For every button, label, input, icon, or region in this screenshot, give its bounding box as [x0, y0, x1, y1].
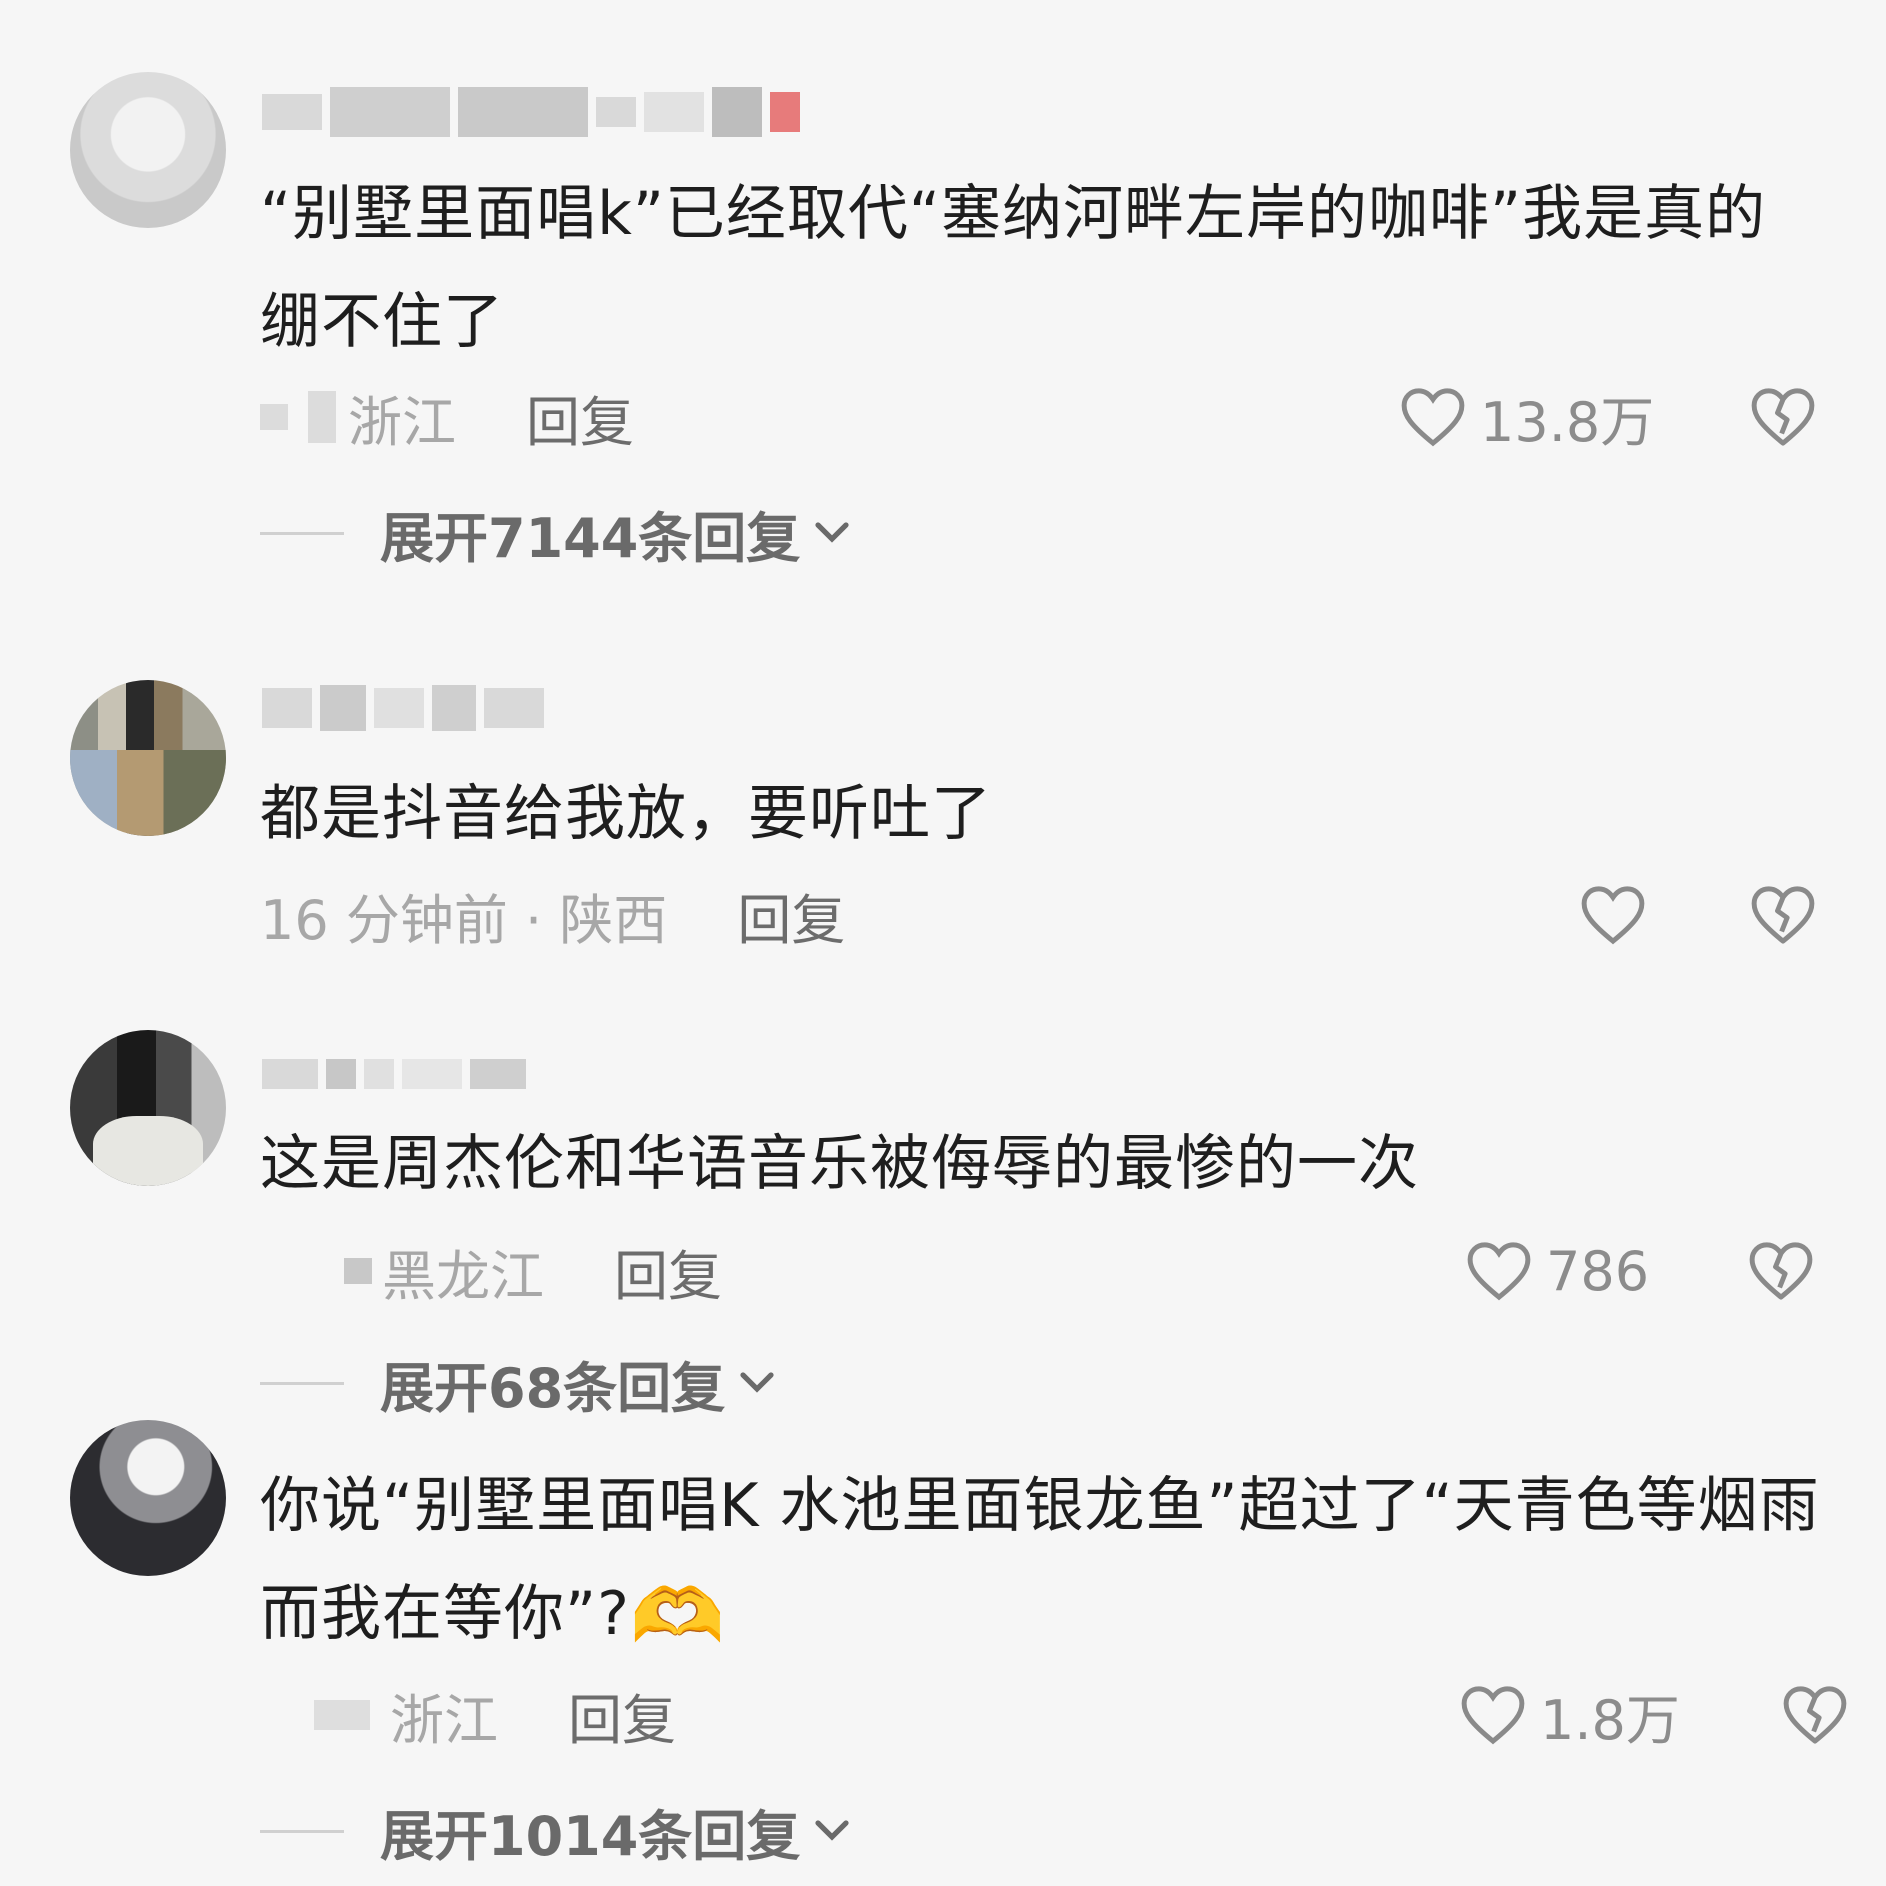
reply-button[interactable]: 回复	[614, 1232, 722, 1311]
expand-label: 展开68条回复	[380, 1356, 726, 1420]
location-text: 浙江	[348, 390, 456, 454]
broken-heart-icon[interactable]	[1748, 1238, 1814, 1304]
divider-line	[260, 1829, 344, 1833]
avatar[interactable]	[70, 72, 226, 228]
divider-line	[260, 531, 344, 535]
expand-label: 展开1014条回复	[380, 1804, 801, 1868]
comment-meta: 16 分钟前 · 陕西 回复	[260, 880, 845, 952]
chevron-down-icon	[815, 522, 849, 543]
broken-heart-icon[interactable]	[1750, 882, 1816, 948]
comment-meta: 浙江 回复	[260, 1680, 676, 1752]
chevron-down-icon	[740, 1372, 774, 1393]
avatar[interactable]	[70, 680, 226, 836]
avatar[interactable]	[70, 1420, 226, 1576]
divider-line	[260, 1381, 344, 1385]
comment-meta: 浙江 回复	[260, 382, 634, 454]
heart-outline-icon	[1581, 886, 1645, 945]
timestamp-location: 16 分钟前 · 陕西	[260, 888, 668, 952]
heart-outline-icon	[1461, 1686, 1525, 1745]
chevron-down-icon	[815, 1820, 849, 1841]
comment-text: 都是抖音给我放，要听吐了	[260, 779, 992, 849]
broken-heart-icon[interactable]	[1782, 1682, 1848, 1748]
comment-text: 这是周杰伦和华语音乐被侮辱的最惨的一次	[260, 1129, 1419, 1199]
like-count: 786	[1546, 1239, 1650, 1303]
expand-label: 展开7144条回复	[380, 506, 801, 570]
comment-text: “别墅里面唱k”已经取代“塞纳河畔左岸的咖啡”我是真的绷不住了	[260, 179, 1767, 357]
like-button[interactable]: 1.8万	[1460, 1680, 1680, 1752]
like-count: 1.8万	[1540, 1688, 1680, 1752]
expand-replies[interactable]: 展开68条回复	[260, 1348, 777, 1420]
reply-button[interactable]: 回复	[737, 876, 845, 955]
heart-outline-icon	[1467, 1242, 1531, 1301]
broken-heart-icon[interactable]	[1750, 384, 1816, 450]
like-button[interactable]	[1580, 880, 1660, 950]
location-text: 浙江	[390, 1688, 498, 1752]
expand-replies[interactable]: 展开7144条回复	[260, 498, 852, 570]
comment-text-body: 你说“别墅里面唱K 水池里面银龙鱼”超过了“天青色等烟雨 而我在等你”?	[260, 1471, 1820, 1649]
username-obscured[interactable]	[262, 1054, 526, 1094]
reply-button[interactable]: 回复	[526, 378, 634, 457]
username-obscured[interactable]	[262, 685, 544, 731]
like-count: 13.8万	[1480, 390, 1655, 454]
like-button[interactable]: 786	[1466, 1236, 1649, 1306]
reply-button[interactable]: 回复	[568, 1676, 676, 1755]
expand-replies[interactable]: 展开1014条回复	[260, 1796, 852, 1868]
avatar[interactable]	[70, 1030, 226, 1186]
hug-emoji-icon: 🫶	[629, 1571, 726, 1660]
username-obscured[interactable]	[262, 87, 800, 137]
location-text: 黑龙江	[382, 1244, 544, 1308]
comment-text: 你说“别墅里面唱K 水池里面银龙鱼”超过了“天青色等烟雨 而我在等你”?🫶	[260, 1452, 1820, 1668]
like-button[interactable]: 13.8万	[1400, 382, 1654, 454]
heart-outline-icon	[1401, 388, 1465, 447]
comment-meta: 黑龙江 回复	[260, 1236, 722, 1308]
